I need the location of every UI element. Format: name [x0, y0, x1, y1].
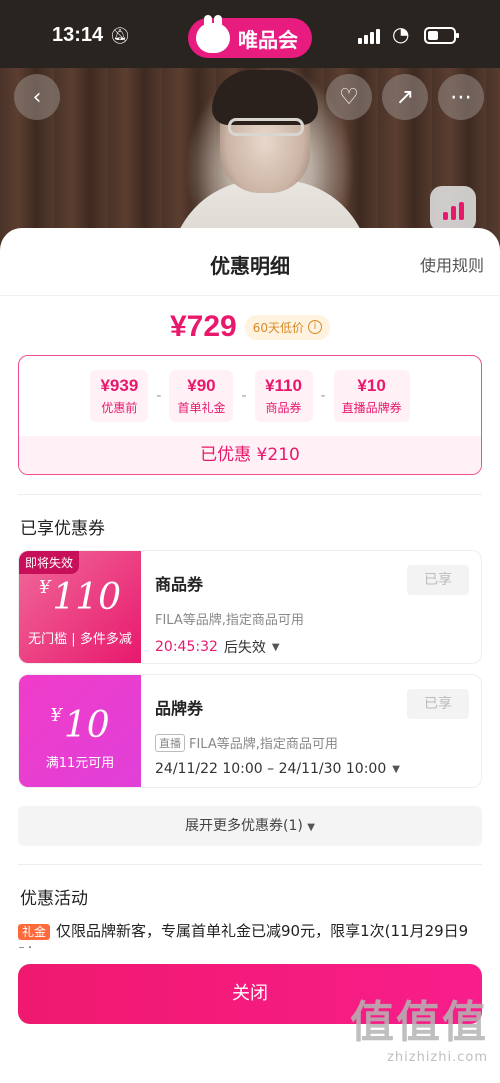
breakdown-first-order-gift: ¥90 首单礼金	[169, 370, 234, 422]
bar-chart-icon	[442, 212, 448, 220]
expiry-suffix: 后失效	[223, 640, 266, 656]
chevron-left-icon: ‹	[32, 84, 42, 110]
product-photo-glasses	[228, 118, 304, 136]
total-saved: 已优惠 ¥210	[19, 436, 481, 474]
coupon-desc-text: FILA等品牌,指定商品可用	[155, 613, 304, 628]
expand-label: 展开更多优惠券(1)	[185, 818, 303, 834]
coupon-desc: FILA等品牌,指定商品可用	[155, 609, 304, 628]
coupon-expiry[interactable]: 20:45:32 后失效 ▼	[155, 637, 280, 657]
caret-down-icon: ▼	[271, 641, 280, 653]
status-bar: 13:14 🔕︎ 唯品会 ◔	[0, 0, 500, 68]
coupon-desc-text: FILA等品牌,指定商品可用	[189, 737, 338, 752]
breakdown-original: ¥939 优惠前	[90, 370, 149, 422]
claimed-button[interactable]: 已享	[407, 565, 469, 595]
breakdown-label: 优惠前	[101, 401, 138, 415]
coupon-info: 商品券 FILA等品牌,指定商品可用 20:45:32 后失效 ▼ 已享	[155, 551, 469, 663]
minus-sign: -	[320, 388, 326, 404]
expand-more-coupons-button[interactable]: 展开更多优惠券(1) ▼	[18, 806, 482, 846]
usage-rules-link[interactable]: 使用规则	[420, 252, 484, 276]
coupon-info: 品牌券 直播 FILA等品牌,指定商品可用 24/11/22 10:00 – 2…	[155, 675, 469, 787]
sheet-header: 优惠明细 使用规则	[0, 228, 500, 296]
divider	[18, 494, 482, 495]
breakdown-amount: ¥939	[100, 376, 139, 395]
coupon-value-panel: 即将失效 ¥110 无门槛 | 多件多减	[19, 551, 141, 663]
final-price-row: ¥729 60天低价 i	[0, 310, 500, 344]
breakdown-product-coupon: ¥110 商品券	[254, 370, 313, 422]
breakdown-label: 直播品牌券	[341, 401, 402, 415]
watermark-logo: 值值值	[350, 997, 488, 1048]
brand-name: 唯品会	[238, 27, 298, 52]
price-breakdown: ¥939 优惠前 - ¥90 首单礼金 - ¥110 商品券 - ¥10 直播品…	[18, 355, 482, 475]
breakdown-label: 首单礼金	[177, 401, 226, 415]
heart-plus-icon: ♡	[339, 84, 359, 110]
coupon-name: 商品券	[155, 575, 204, 594]
rabbit-logo-icon	[196, 15, 230, 53]
wifi-icon: ◔	[392, 22, 410, 46]
more-button[interactable]: ⋯	[438, 74, 484, 120]
discount-detail-sheet: 优惠明细 使用规则 ¥729 60天低价 i ¥939 优惠前 - ¥90 首单…	[0, 228, 500, 1083]
breakdown-items: ¥939 优惠前 - ¥90 首单礼金 - ¥110 商品券 - ¥10 直播品…	[19, 356, 481, 422]
breakdown-label: 商品券	[265, 401, 302, 415]
minus-sign: -	[241, 388, 247, 404]
product-photo-hair	[212, 70, 318, 125]
signal-icon	[358, 29, 380, 44]
status-time: 13:14	[52, 24, 104, 46]
countdown: 20:45:32	[155, 639, 218, 655]
coupon-name: 品牌券	[155, 699, 204, 718]
applied-coupons-title: 已享优惠券	[20, 519, 105, 539]
currency-symbol: ¥	[38, 577, 51, 598]
share-button[interactable]: ↗	[382, 74, 428, 120]
low-price-label: 60天低价	[252, 320, 305, 335]
coupon-value-panel: ¥10 满11元可用	[19, 675, 141, 787]
caret-down-icon: ▼	[392, 763, 400, 775]
coupon-amount: ¥110	[19, 577, 141, 618]
coupon-condition: 无门槛 | 多件多减	[28, 632, 132, 647]
coupon-card-brand: ¥10 满11元可用 品牌券 直播 FILA等品牌,指定商品可用 24/11/2…	[18, 674, 482, 788]
favorite-button[interactable]: ♡	[326, 74, 372, 120]
currency-symbol: ¥	[50, 705, 62, 726]
coupon-amount: ¥10	[19, 705, 141, 746]
divider	[18, 864, 482, 865]
validity-range: 24/11/22 10:00 – 24/11/30 10:00	[155, 761, 387, 777]
mute-bell-icon: 🔕︎	[110, 26, 131, 45]
live-tag: 直播	[155, 733, 185, 752]
site-watermark: 值值值 zhizhizhi.com	[350, 986, 488, 1065]
breakdown-amount: ¥90	[187, 376, 216, 395]
final-price: ¥729	[169, 310, 237, 343]
caret-down-icon: ▼	[307, 822, 315, 833]
expiring-tag: 即将失效	[19, 551, 80, 574]
breakdown-live-brand-coupon: ¥10 直播品牌券	[333, 370, 410, 422]
coupon-desc: 直播 FILA等品牌,指定商品可用	[155, 733, 338, 752]
coupon-validity[interactable]: 24/11/22 10:00 – 24/11/30 10:00 ▼	[155, 761, 400, 777]
battery-icon	[424, 27, 459, 44]
gift-tag: 礼金	[18, 924, 51, 940]
share-icon: ↗	[395, 84, 415, 110]
minus-sign: -	[156, 388, 162, 404]
brand-logo-pill: 唯品会	[188, 15, 312, 58]
promotions-title: 优惠活动	[20, 889, 88, 909]
low-price-badge[interactable]: 60天低价 i	[244, 314, 331, 340]
watermark-url: zhizhizhi.com	[387, 1050, 488, 1065]
breakdown-amount: ¥110	[265, 376, 302, 395]
coupon-amount-value: 110	[52, 577, 122, 618]
more-dots-icon: ⋯	[450, 84, 472, 110]
coupon-amount-value: 10	[63, 705, 110, 746]
coupon-condition: 满11元可用	[45, 756, 115, 771]
ranking-button[interactable]	[430, 186, 476, 232]
breakdown-amount: ¥10	[357, 376, 386, 395]
back-button[interactable]: ‹	[14, 74, 60, 120]
claimed-button[interactable]: 已享	[407, 689, 469, 719]
info-icon: i	[308, 320, 323, 334]
coupon-card-product: 即将失效 ¥110 无门槛 | 多件多减 商品券 FILA等品牌,指定商品可用 …	[18, 550, 482, 664]
